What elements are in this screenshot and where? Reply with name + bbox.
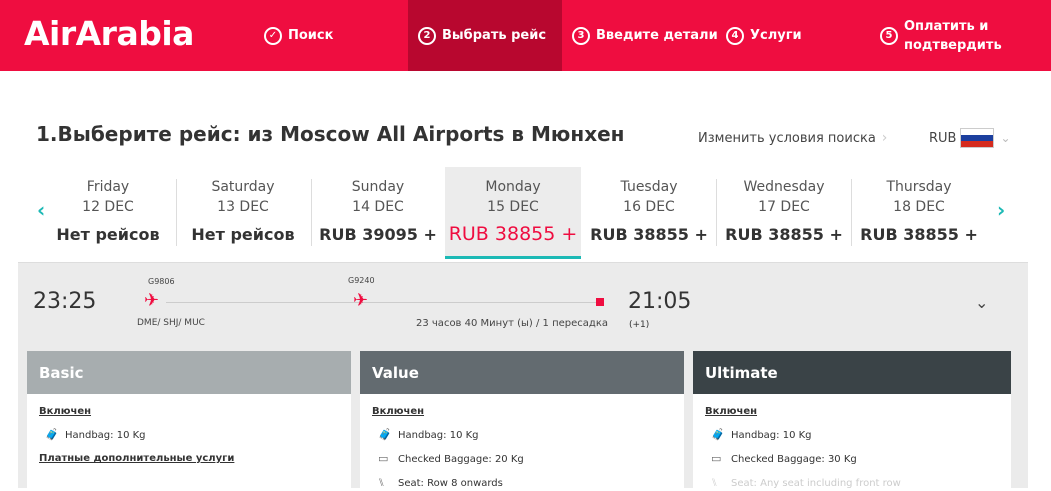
- feature-text: Handbag: 10 Kg: [731, 429, 812, 441]
- feature-text: Seat: Row 8 onwards: [398, 477, 503, 489]
- step-number: 2: [418, 26, 436, 45]
- currency-code: RUB: [929, 130, 957, 146]
- weekday: Friday: [86, 179, 130, 195]
- modify-search-label: Изменить условия поиска: [698, 130, 876, 146]
- fare-header: Ultimate: [693, 351, 1011, 394]
- price: Нет рейсов: [56, 225, 160, 244]
- date: 18 DEC: [893, 199, 945, 215]
- route-line: [166, 302, 598, 303]
- airplane-icon: ✈: [353, 290, 369, 311]
- feature-checked-baggage: ▭ Checked Baggage: 30 Kg: [705, 453, 999, 465]
- feature-text: Handbag: 10 Kg: [398, 429, 479, 441]
- weekday: Thursday: [886, 179, 952, 195]
- feature-seat: ⑊ Seat: Any seat including front row: [705, 477, 999, 489]
- date: 16 DEC: [623, 199, 675, 215]
- step-label: Услуги: [750, 28, 802, 43]
- flight-number: G9806: [148, 277, 175, 286]
- next-dates-arrow-icon[interactable]: ›: [997, 198, 1005, 222]
- included-label: Включен: [705, 406, 758, 417]
- step-services[interactable]: 4 Услуги: [726, 0, 802, 71]
- currency-selector[interactable]: RUB ⌄: [929, 128, 1011, 148]
- fare-card-basic[interactable]: Basic Включен 🧳 Handbag: 10 Kg Платные д…: [27, 351, 351, 491]
- destination-marker: [596, 298, 604, 306]
- date-option-friday[interactable]: Friday 12 DEC Нет рейсов: [40, 167, 176, 259]
- step-label: Поиск: [288, 28, 334, 43]
- modify-search-link[interactable]: Изменить условия поиска ›: [698, 130, 887, 146]
- date-option-thursday[interactable]: Thursday 18 DEC RUB 38855 +: [851, 167, 987, 259]
- fare-header: Basic: [27, 351, 351, 394]
- step-pay-confirm[interactable]: 5 Оплатить и подтвердить: [880, 0, 1002, 71]
- handbag-icon: 🧳: [45, 428, 59, 441]
- expand-chevron-icon[interactable]: ⌄: [975, 293, 988, 312]
- suitcase-icon: ▭: [378, 452, 389, 465]
- date: 17 DEC: [758, 199, 810, 215]
- date: 14 DEC: [352, 199, 404, 215]
- feature-handbag: 🧳 Handbag: 10 Kg: [372, 429, 672, 441]
- date-option-wednesday[interactable]: Wednesday 17 DEC RUB 38855 +: [716, 167, 852, 259]
- airport-codes: DME/ SHJ/ MUC: [137, 318, 205, 328]
- date: 15 DEC: [487, 199, 539, 215]
- date-option-sunday[interactable]: Sunday 14 DEC RUB 39095 +: [310, 167, 446, 259]
- feature-handbag: 🧳 Handbag: 10 Kg: [705, 429, 999, 441]
- step-select-flight[interactable]: 2 Выбрать рейс: [408, 0, 562, 71]
- handbag-icon: 🧳: [378, 428, 392, 441]
- step-label: Оплатить и подтвердить: [904, 18, 1002, 53]
- step-enter-details[interactable]: 3 Введите детали: [572, 0, 718, 71]
- included-label: Включен: [372, 406, 425, 417]
- seat-icon: ⑊: [378, 476, 385, 489]
- step-number: 5: [880, 26, 898, 45]
- date-option-saturday[interactable]: Saturday 13 DEC Нет рейсов: [175, 167, 311, 259]
- arrival-day-offset: (+1): [629, 320, 650, 330]
- weekday: Saturday: [211, 179, 275, 195]
- date: 12 DEC: [82, 199, 134, 215]
- fare-card-ultimate[interactable]: Ultimate Включен 🧳 Handbag: 10 Kg ▭ Chec…: [693, 351, 1011, 491]
- price: RUB 38855 +: [860, 225, 978, 244]
- step-label: Введите детали: [596, 28, 718, 43]
- date-option-monday-selected[interactable]: Monday 15 DEC RUB 38855 +: [445, 167, 581, 259]
- top-header: AirArabia ✓ Поиск 2 Выбрать рейс 3 Введи…: [0, 0, 1051, 71]
- russia-flag-icon: [960, 128, 995, 148]
- price: RUB 39095 +: [319, 225, 437, 244]
- price: Нет рейсов: [191, 225, 295, 244]
- chevron-right-icon: ›: [881, 130, 888, 146]
- suitcase-icon: ▭: [711, 452, 722, 465]
- extras-label[interactable]: Платные дополнительные услуги: [39, 453, 339, 464]
- included-label: Включен: [39, 406, 92, 417]
- feature-seat: ⑊ Seat: Row 8 onwards: [372, 477, 672, 489]
- feature-handbag: 🧳 Handbag: 10 Kg: [39, 429, 339, 441]
- weekday: Monday: [485, 179, 541, 195]
- date-option-tuesday[interactable]: Tuesday 16 DEC RUB 38855 +: [581, 167, 717, 259]
- step-search[interactable]: ✓ Поиск: [264, 0, 333, 71]
- step-label: Выбрать рейс: [442, 28, 547, 43]
- fare-header: Value: [360, 351, 684, 394]
- airarabia-logo[interactable]: AirArabia: [24, 14, 194, 53]
- feature-text: Seat: Any seat including front row: [731, 477, 901, 489]
- weekday: Tuesday: [620, 179, 678, 195]
- flight-number: G9240: [348, 276, 375, 285]
- airplane-icon: ✈: [144, 290, 160, 311]
- date: 13 DEC: [217, 199, 269, 215]
- departure-time: 23:25: [33, 289, 97, 314]
- arrival-time: 21:05: [628, 289, 692, 314]
- step-number: 4: [726, 26, 744, 45]
- flight-duration: 23 часов 40 Минут (ы) / 1 пересадка: [416, 318, 608, 329]
- handbag-icon: 🧳: [711, 428, 725, 441]
- flight-result-panel: 23:25 G9806 ✈ G9240 ✈ DME/ SHJ/ MUC 23 ч…: [18, 262, 1028, 491]
- feature-text: Handbag: 10 Kg: [65, 429, 146, 441]
- price: RUB 38855 +: [590, 225, 708, 244]
- weekday: Wednesday: [743, 179, 825, 195]
- check-icon: ✓: [264, 26, 282, 45]
- weekday: Sunday: [351, 179, 405, 195]
- feature-text: Checked Baggage: 30 Kg: [731, 453, 857, 465]
- feature-checked-baggage: ▭ Checked Baggage: 20 Kg: [372, 453, 672, 465]
- page-title: 1.Выберите рейс: из Moscow All Airports …: [36, 122, 625, 146]
- step-number: 3: [572, 26, 590, 45]
- price: RUB 38855 +: [725, 225, 843, 244]
- price: RUB 38855 +: [448, 223, 578, 245]
- fare-card-value[interactable]: Value Включен 🧳 Handbag: 10 Kg ▭ Checked…: [360, 351, 684, 491]
- chevron-down-icon: ⌄: [1000, 131, 1011, 145]
- feature-text: Checked Baggage: 20 Kg: [398, 453, 524, 465]
- seat-icon: ⑊: [711, 476, 718, 489]
